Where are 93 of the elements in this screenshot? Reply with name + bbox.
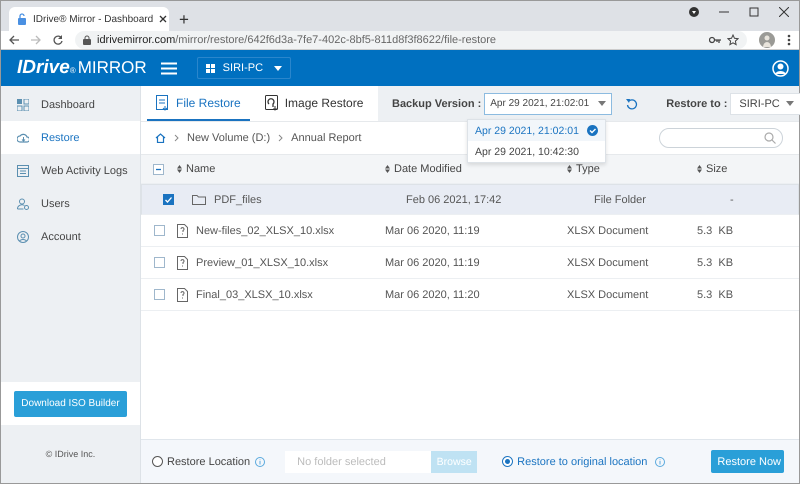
account-icon [17,230,29,242]
dropdown-option[interactable]: Apr 29 2021, 10:42:30 [468,141,605,162]
tab-title: IDrive® Mirror - Dashboard [33,14,154,24]
chevron-icon [278,134,284,142]
logo: IDrive®MIRROR [17,57,147,79]
home-icon[interactable] [155,133,166,143]
column-header[interactable]: Name [186,163,216,175]
row-checkbox[interactable] [154,289,165,300]
back-icon[interactable] [9,35,19,45]
table-cell: 5.3 KB [697,224,734,236]
row-checkbox[interactable] [154,257,165,268]
caret-icon [274,66,282,70]
row-checkbox[interactable] [154,225,165,236]
file-icon [177,224,188,238]
sidebar-item[interactable]: Users [1,187,140,220]
sidebar-item[interactable]: Account [1,220,140,253]
chevron-icon [174,134,179,142]
table-cell-text: XLSX Document [567,224,650,236]
search-field[interactable] [659,128,783,148]
new-tab-button[interactable]: + [179,11,189,28]
close-icon[interactable] [779,7,789,17]
browser-tab[interactable]: IDrive® Mirror - Dashboard [9,7,169,31]
select-all-checkbox[interactable] [153,164,164,174]
image-icon [264,94,278,110]
url-text: idrivemirror.com/mirror/restore/642f6d3a-7fe7-402c-8bf5-811d8f3f8622/file-restore [97,34,496,46]
table-cell-text: Feb 06 2021, 17:42 [406,194,502,206]
folder-input-field[interactable]: No folder selected [285,450,432,472]
table-cell-text: Mar 06 2020, 11:19 [385,224,481,236]
check-icon [165,196,172,202]
radio-dot-icon [505,459,510,464]
file-name[interactable]: PDF_files [214,194,400,206]
lock-icon [17,13,27,25]
maximize-icon[interactable] [749,7,759,17]
caret-icon [598,101,606,106]
caret-icon [786,101,794,106]
copyright-text: © IDrive Inc. [44,448,96,461]
key-icon[interactable] [709,36,721,44]
column-header[interactable]: Size [706,163,728,175]
user-icon[interactable] [772,60,789,76]
version-dropdown[interactable]: Apr 29 2021, 21:02:01 [484,92,612,114]
radio-option[interactable]: Restore Location [152,456,250,468]
sidebar-item[interactable]: Web Activity Logs [1,154,140,187]
star-icon[interactable] [727,34,739,46]
sidebar-item[interactable]: Restore [1,121,140,154]
search-icon [764,132,776,144]
table-cell: 5.3 KB [697,256,734,268]
tab[interactable]: Image Restore [256,86,372,121]
sort-icon[interactable] [697,165,702,173]
file-icon [177,288,188,302]
check-icon [587,125,598,136]
dropdown-option[interactable]: Apr 29 2021, 21:02:01 [468,120,605,141]
file-icon [156,94,169,110]
table-cell-text: XLSX Document [567,256,650,268]
dashboard-icon [17,98,29,110]
file-icon [177,256,188,270]
log-icon [17,164,29,176]
table-cell-text: File Folder [594,194,647,206]
breadcrumb-link[interactable]: New Volume (D:) [187,132,270,144]
file-name[interactable]: New-files_02_XLSX_10.xlsx [196,224,334,236]
sort-icon[interactable] [385,165,390,173]
sidebar-item[interactable]: Dashboard [1,88,140,121]
breadcrumb-link[interactable]: Annual Report [291,132,362,144]
table-cell: 5.3 KB [697,288,734,300]
field-label: Backup Version : [392,98,482,110]
table-cell: - [730,194,734,206]
tab[interactable]: File Restore [147,86,250,121]
avatar-icon[interactable] [759,32,775,48]
lock-icon [83,35,91,45]
address-bar[interactable]: idrivemirror.com/mirror/restore/642f6d3a-7fe7-402c-8bf5-811d8f3f8622/file-restore [75,31,747,49]
refresh-icon[interactable] [626,98,638,110]
menu-icon[interactable] [160,62,177,74]
more-icon[interactable] [787,34,791,46]
column-header[interactable]: Date Modified [394,163,462,175]
row-checkbox[interactable] [163,194,174,205]
radio-option[interactable]: Restore to original location [502,456,648,468]
sort-icon[interactable] [177,165,182,173]
file-name[interactable]: Preview_01_XLSX_10.xlsx [196,256,328,268]
users-icon [17,198,29,210]
table-cell-text: XLSX Document [567,288,650,300]
reload-icon[interactable] [53,35,63,45]
computer-dropdown[interactable]: SIRI-PC [196,57,291,79]
close-icon[interactable] [159,15,168,23]
download-icon[interactable] [689,7,699,17]
column-header[interactable]: Type [576,163,600,175]
restore-to-dropdown[interactable]: SIRI-PC [730,92,800,114]
field-label: Restore to : [666,98,728,110]
sort-icon[interactable] [567,165,572,173]
table-cell-text: Mar 06 2020, 11:19 [385,256,481,268]
file-name[interactable]: Final_03_XLSX_10.xlsx [196,288,313,300]
table-cell-text: Mar 06 2020, 11:20 [385,288,481,300]
windows-icon [206,64,215,72]
cloud-icon [17,132,29,144]
folder-icon [192,194,206,205]
